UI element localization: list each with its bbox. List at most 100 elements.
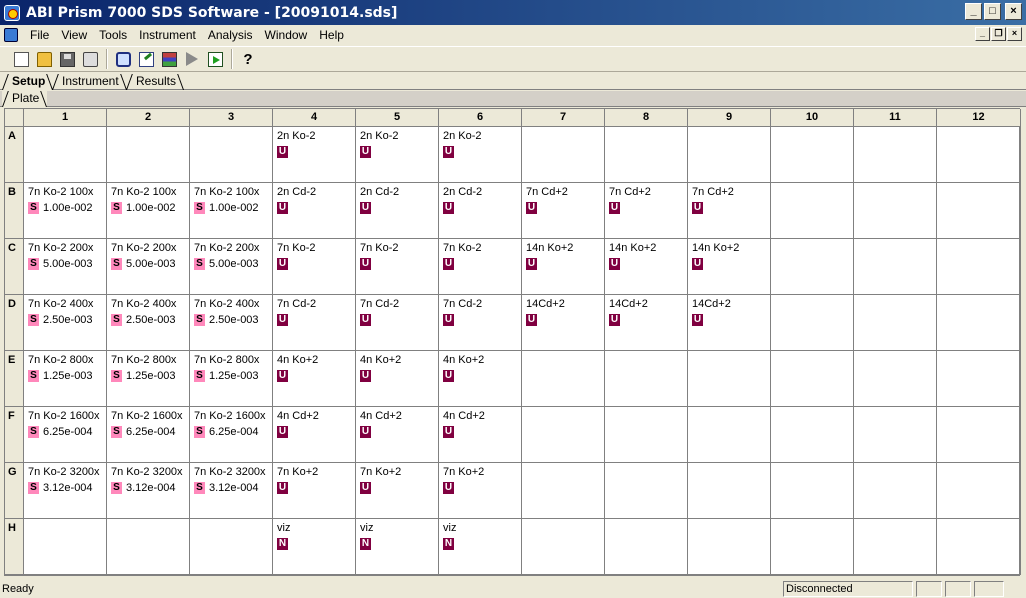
plate-well[interactable]: 7n Cd+2 U (688, 183, 771, 239)
plate-well[interactable] (854, 351, 937, 407)
plate-well[interactable] (688, 127, 771, 183)
plate-well[interactable] (771, 519, 854, 575)
maximize-button[interactable]: □ (984, 3, 1001, 20)
plate-well[interactable]: 14Cd+2 U (605, 295, 688, 351)
plate-well[interactable] (522, 127, 605, 183)
plate-well[interactable]: 2n Cd-2 U (273, 183, 356, 239)
print-button[interactable] (79, 48, 101, 70)
plate-well[interactable]: 14Cd+2 U (522, 295, 605, 351)
close-button[interactable]: × (1005, 3, 1022, 20)
row-header[interactable]: D (5, 295, 24, 351)
column-header[interactable]: 3 (190, 109, 273, 127)
menu-file[interactable]: File (24, 28, 55, 42)
doc-restore-button[interactable]: ❐ (991, 27, 1006, 41)
plate-well[interactable] (605, 463, 688, 519)
plate-well[interactable] (688, 463, 771, 519)
plate-well[interactable] (854, 407, 937, 463)
row-header[interactable]: H (5, 519, 24, 575)
document-icon[interactable] (4, 28, 18, 42)
plate-well[interactable] (522, 463, 605, 519)
plate-well[interactable] (771, 127, 854, 183)
plate-well[interactable]: 7n Ko-2 1600x S 6.25e-004 (24, 407, 107, 463)
plate-well[interactable]: 7n Ko+2 U (439, 463, 522, 519)
plate-well[interactable] (771, 239, 854, 295)
plate-well[interactable] (522, 351, 605, 407)
plate-well[interactable]: 7n Ko-2 400x S 2.50e-003 (107, 295, 190, 351)
grid-button[interactable] (158, 48, 180, 70)
column-header[interactable]: 11 (854, 109, 937, 127)
plate-well[interactable]: viz N (439, 519, 522, 575)
edit-button[interactable] (135, 48, 157, 70)
plate-well[interactable]: 7n Ko-2 200x S 5.00e-003 (190, 239, 273, 295)
menu-tools[interactable]: Tools (93, 28, 133, 42)
column-header[interactable]: 5 (356, 109, 439, 127)
row-header[interactable]: F (5, 407, 24, 463)
plate-well[interactable] (854, 463, 937, 519)
plate-well[interactable]: 7n Cd+2 U (605, 183, 688, 239)
plate-well[interactable] (107, 519, 190, 575)
plate-well[interactable]: 7n Ko-2 3200x S 3.12e-004 (190, 463, 273, 519)
plate-well[interactable]: viz N (356, 519, 439, 575)
plate-well[interactable] (24, 519, 107, 575)
column-header[interactable]: 1 (24, 109, 107, 127)
plate-well[interactable]: 14n Ko+2 U (522, 239, 605, 295)
menu-analysis[interactable]: Analysis (202, 28, 259, 42)
column-header[interactable]: 8 (605, 109, 688, 127)
plate-well[interactable] (854, 183, 937, 239)
plate-well[interactable]: 7n Ko-2 3200x S 3.12e-004 (107, 463, 190, 519)
plate-well[interactable]: 2n Ko-2 U (439, 127, 522, 183)
column-header[interactable]: 10 (771, 109, 854, 127)
plate-well[interactable]: 7n Ko-2 100x S 1.00e-002 (190, 183, 273, 239)
plate-well[interactable]: 7n Ko-2 U (273, 239, 356, 295)
zoom-button[interactable] (112, 48, 134, 70)
row-header[interactable]: G (5, 463, 24, 519)
plate-well[interactable]: 7n Ko-2 400x S 2.50e-003 (190, 295, 273, 351)
doc-minimize-button[interactable]: _ (975, 27, 990, 41)
plate-well[interactable]: 7n Ko+2 U (356, 463, 439, 519)
row-header[interactable]: B (5, 183, 24, 239)
plate-well[interactable] (771, 463, 854, 519)
menu-window[interactable]: Window (259, 28, 314, 42)
plate-well[interactable] (937, 463, 1021, 519)
plate-well[interactable]: viz N (273, 519, 356, 575)
open-button[interactable] (33, 48, 55, 70)
plate-well[interactable]: 4n Ko+2 U (356, 351, 439, 407)
plate-well[interactable]: 14n Ko+2 U (688, 239, 771, 295)
help-button[interactable]: ? (237, 48, 259, 70)
plate-well[interactable] (24, 127, 107, 183)
new-button[interactable] (10, 48, 32, 70)
plate-well[interactable]: 7n Ko-2 100x S 1.00e-002 (107, 183, 190, 239)
plate-well[interactable] (605, 127, 688, 183)
column-header[interactable]: 9 (688, 109, 771, 127)
menu-help[interactable]: Help (313, 28, 350, 42)
plate-well[interactable] (771, 295, 854, 351)
plate-well[interactable]: 7n Ko-2 U (356, 239, 439, 295)
plate-well[interactable] (854, 519, 937, 575)
plate-well[interactable]: 7n Cd-2 U (439, 295, 522, 351)
plate-well[interactable] (937, 519, 1021, 575)
plate-well[interactable] (605, 519, 688, 575)
plate-well[interactable]: 7n Ko-2 800x S 1.25e-003 (107, 351, 190, 407)
column-header[interactable]: 4 (273, 109, 356, 127)
column-header[interactable]: 12 (937, 109, 1021, 127)
plate-well[interactable]: 7n Ko-2 800x S 1.25e-003 (24, 351, 107, 407)
play-button[interactable] (181, 48, 203, 70)
plate-well[interactable] (937, 295, 1021, 351)
plate-well[interactable]: 7n Ko-2 200x S 5.00e-003 (24, 239, 107, 295)
plate-well[interactable] (937, 407, 1021, 463)
plate-well[interactable] (854, 295, 937, 351)
plate-well[interactable]: 4n Ko+2 U (439, 351, 522, 407)
plate-well[interactable]: 7n Cd-2 U (273, 295, 356, 351)
plate-well[interactable] (688, 407, 771, 463)
tab-instrument[interactable]: Instrument (52, 74, 127, 90)
plate-well[interactable] (937, 183, 1021, 239)
plate-well[interactable] (937, 351, 1021, 407)
minimize-button[interactable]: _ (965, 3, 982, 20)
row-header[interactable]: C (5, 239, 24, 295)
plate-well[interactable] (854, 127, 937, 183)
plate-well[interactable]: 2n Cd-2 U (439, 183, 522, 239)
plate-well[interactable]: 4n Ko+2 U (273, 351, 356, 407)
tab-plate[interactable]: Plate (2, 91, 48, 107)
plate-well[interactable] (605, 407, 688, 463)
plate-well[interactable] (771, 183, 854, 239)
